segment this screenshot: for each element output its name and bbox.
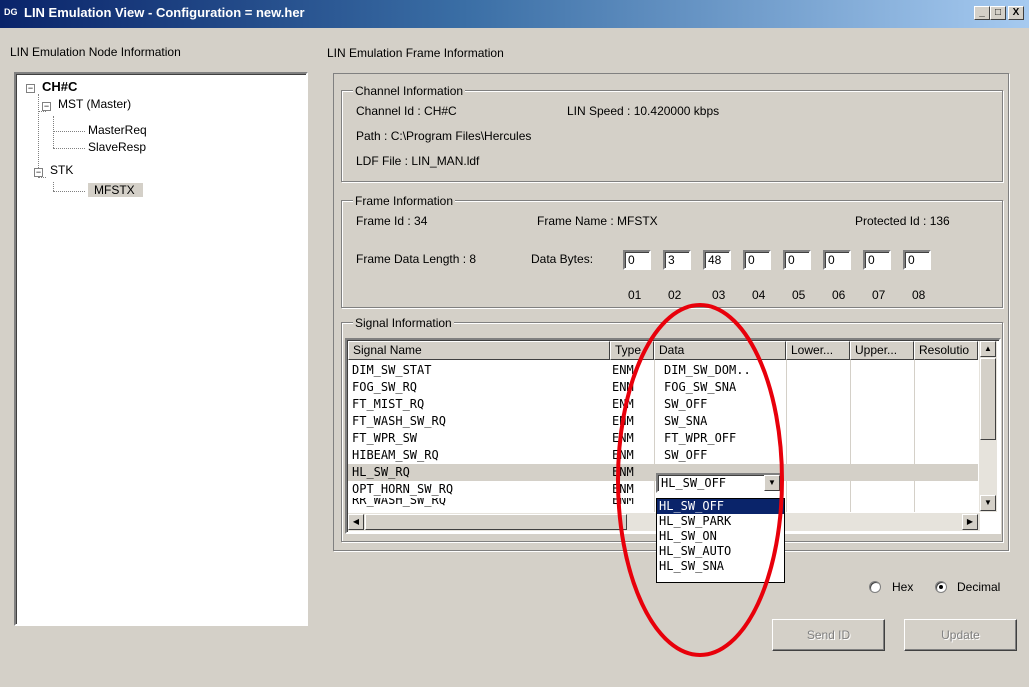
decimal-radio-label[interactable]: Decimal [957,580,1000,594]
signal-name-cell: OPT_HORN_SW_RQ [352,482,454,496]
data-bytes-label: Data Bytes: [531,252,594,266]
column-header-resolution[interactable]: Resolutio [914,341,978,360]
tree-leaf-slaveresp[interactable]: SlaveResp [88,140,146,154]
tree-node-stk[interactable]: STK [50,163,73,177]
collapse-icon[interactable]: − [42,102,51,111]
data-byte-07[interactable]: 0 [863,250,891,270]
tree-leaf-mfstx[interactable]: MFSTX [88,183,143,197]
column-header-signal-name[interactable]: Signal Name [348,341,610,360]
hex-radio-label[interactable]: Hex [892,580,913,594]
tree-leaf-masterreq[interactable]: MasterReq [88,123,147,137]
signal-info-title: Signal Information [353,316,454,330]
signal-name-cell: FT_WPR_SW [352,431,418,445]
frame-info-title: Frame Information [353,194,456,208]
node-panel-title: LIN Emulation Node Information [10,45,181,59]
data-byte-04[interactable]: 0 [743,250,771,270]
byte-index: 07 [872,288,886,302]
data-byte-06[interactable]: 0 [823,250,851,270]
data-byte-08[interactable]: 0 [903,250,931,270]
close-button[interactable]: X [1008,6,1024,20]
minimize-button[interactable]: _ [974,6,990,20]
collapse-icon[interactable]: − [26,84,35,93]
scroll-right-icon[interactable]: ▶ [962,514,978,530]
update-button[interactable]: Update [904,619,1017,651]
data-byte-05[interactable]: 0 [783,250,811,270]
frame-id: Frame Id : 34 [356,214,428,228]
annotation-ellipse [616,303,784,657]
signal-name-cell: FOG_SW_RQ [352,380,418,394]
tree-line [53,182,54,191]
lin-speed: LIN Speed : 10.420000 kbps [567,104,720,118]
decimal-radio[interactable] [935,581,947,593]
data-byte-02[interactable]: 3 [663,250,691,270]
signal-name-cell: FT_MIST_RQ [352,397,425,411]
radio-selected-dot [939,585,943,589]
channel-id: Channel Id : CH#C [356,104,457,118]
node-tree[interactable] [14,72,308,626]
tree-line [53,191,85,192]
hex-radio[interactable] [869,581,881,593]
frame-panel-title: LIN Emulation Frame Information [327,46,504,60]
app-icon: DG [4,7,18,17]
frame-data-length: Frame Data Length : 8 [356,252,477,266]
tree-line [53,148,85,149]
vertical-scroll-thumb[interactable] [980,358,996,440]
window-title: LIN Emulation View - Configuration = new… [24,5,305,20]
maximize-button[interactable]: □ [990,6,1006,20]
byte-index: 08 [912,288,926,302]
data-byte-01[interactable]: 0 [623,250,651,270]
scroll-up-icon[interactable]: ▲ [980,341,996,357]
tree-line [38,94,39,178]
tree-line [38,111,46,112]
path: Path : C:\Program Files\Hercules [356,129,532,143]
scroll-left-icon[interactable]: ◀ [348,514,364,530]
protected-id: Protected Id : 136 [855,214,950,228]
channel-info-title: Channel Information [353,84,466,98]
frame-name: Frame Name : MFSTX [537,214,658,228]
tree-line [53,131,85,132]
signal-name-cell: HIBEAM_SW_RQ [352,448,439,462]
scroll-down-icon[interactable]: ▼ [980,495,996,511]
horizontal-scroll-thumb[interactable] [365,514,627,530]
tree-root-channel[interactable]: CH#C [42,79,77,94]
signal-name-cell: FT_WASH_SW_RQ [352,414,446,428]
collapse-icon[interactable]: − [34,168,43,177]
signal-name-cell: HL_SW_RQ [352,465,410,479]
ldf-file: LDF File : LIN_MAN.ldf [356,154,480,168]
byte-index: 06 [832,288,846,302]
tree-node-mst[interactable]: MST (Master) [58,97,131,111]
tree-line [53,116,54,148]
data-byte-03[interactable]: 48 [703,250,731,270]
signal-name-cell: RR_WASH_SW_RQ [352,498,446,507]
tree-line [38,177,46,178]
signal-name-cell: DIM_SW_STAT [352,363,432,377]
annotation-ellipse-stroke [616,303,784,657]
column-header-upper[interactable]: Upper... [850,341,914,360]
